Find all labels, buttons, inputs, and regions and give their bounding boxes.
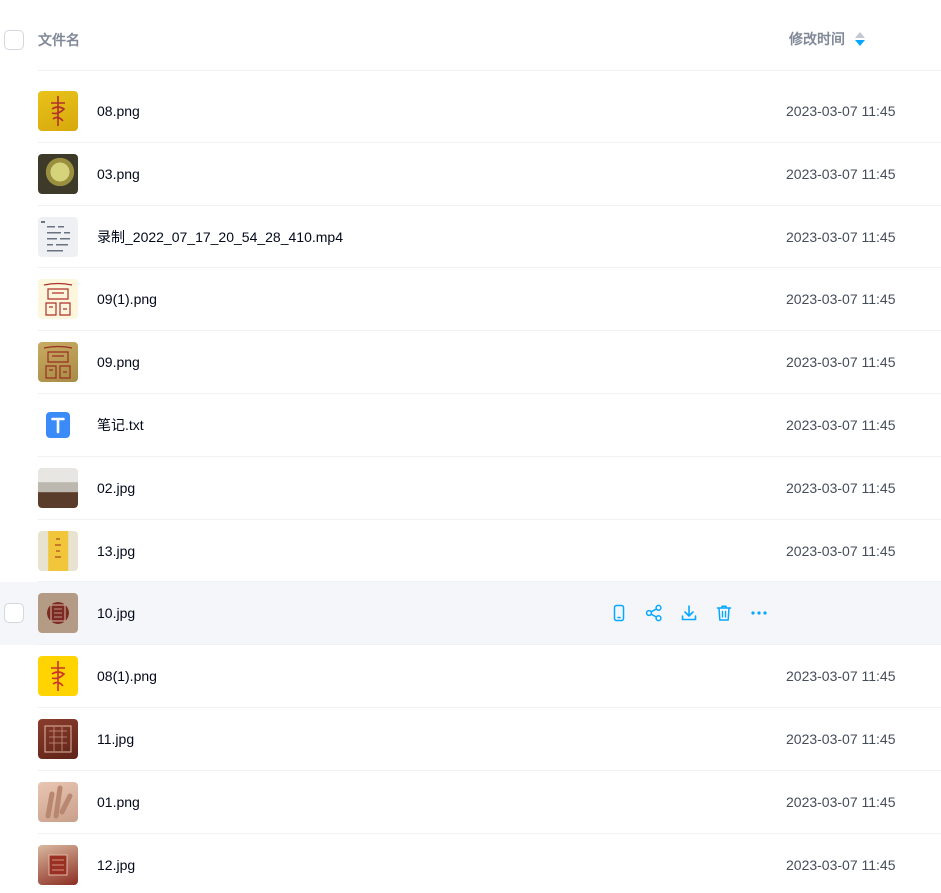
file-row[interactable]: 09(1).png 2023-03-07 11:45 (0, 268, 941, 331)
file-row[interactable]: 09.png 2023-03-07 11:45 (0, 331, 941, 394)
image-thumbnail (38, 153, 78, 194)
row-actions (609, 602, 769, 624)
image-thumbnail (38, 781, 78, 822)
image-thumbnail (38, 593, 78, 634)
file-modified-time: 2023-03-07 11:45 (786, 479, 896, 496)
file-name[interactable]: 02.jpg (97, 478, 135, 498)
image-thumbnail (38, 467, 78, 508)
image-thumbnail (38, 656, 78, 697)
file-name[interactable]: 录制_2022_07_17_20_54_28_410.mp4 (97, 227, 343, 247)
file-row[interactable]: 12.jpg 2023-03-07 11:45 (0, 834, 941, 893)
file-modified-time: 2023-03-07 11:45 (786, 793, 896, 810)
file-name[interactable]: 11.jpg (97, 729, 134, 749)
sort-icon[interactable] (855, 31, 865, 47)
image-thumbnail (38, 718, 78, 759)
file-name[interactable]: 09(1).png (97, 289, 157, 309)
file-name[interactable]: 13.jpg (97, 541, 135, 561)
file-modified-time: 2023-03-07 11:45 (786, 730, 896, 747)
image-thumbnail (38, 844, 78, 885)
column-header-modified-time[interactable]: 修改时间 (789, 29, 865, 49)
file-modified-time: 2023-03-07 11:45 (786, 416, 896, 433)
file-row[interactable]: 13.jpg 2023-03-07 11:45 (0, 520, 941, 583)
more-icon[interactable] (749, 602, 769, 624)
file-modified-time: 2023-03-07 11:45 (786, 291, 896, 308)
file-modified-time: 2023-03-07 11:45 (786, 542, 896, 559)
file-modified-time: 2023-03-07 11:45 (786, 856, 896, 873)
row-checkbox[interactable] (4, 603, 24, 624)
file-row[interactable]: 03.png 2023-03-07 11:45 (0, 143, 941, 206)
file-name[interactable]: 01.png (97, 792, 140, 812)
video-thumbnail (38, 216, 78, 257)
file-modified-time: 2023-03-07 11:45 (786, 103, 896, 119)
select-all-checkbox[interactable] (4, 30, 24, 50)
file-name[interactable]: 03.png (97, 164, 140, 184)
file-modified-time: 2023-03-07 11:45 (786, 165, 896, 182)
download-icon[interactable] (679, 602, 699, 624)
file-list-header: 文件名 修改时间 (0, 0, 941, 80)
phone-icon[interactable] (609, 602, 629, 624)
file-name[interactable]: 10.jpg (97, 603, 135, 623)
file-row[interactable]: 08.png 2023-03-07 11:45 (0, 80, 941, 143)
file-list: 08.png 2023-03-07 11:45 03.png 2023-03-0… (0, 80, 941, 893)
file-name[interactable]: 08.png (97, 101, 140, 121)
column-header-modified-time-label: 修改时间 (789, 31, 845, 47)
txt-file-icon (38, 405, 78, 445)
image-thumbnail (38, 342, 78, 383)
file-name[interactable]: 09.png (97, 352, 140, 372)
file-modified-time: 2023-03-07 11:45 (786, 354, 896, 371)
file-row[interactable]: 02.jpg 2023-03-07 11:45 (0, 457, 941, 520)
image-thumbnail (38, 279, 78, 320)
share-icon[interactable] (644, 602, 664, 624)
file-row[interactable]: 笔记.txt 2023-03-07 11:45 (0, 394, 941, 457)
header-divider (38, 70, 941, 71)
file-row[interactable]: 08(1).png 2023-03-07 11:45 (0, 645, 941, 708)
file-name[interactable]: 08(1).png (97, 666, 157, 686)
delete-icon[interactable] (714, 602, 734, 624)
image-thumbnail (38, 91, 78, 131)
file-modified-time: 2023-03-07 11:45 (786, 228, 896, 245)
file-name[interactable]: 笔记.txt (97, 415, 144, 435)
file-row[interactable]: 01.png 2023-03-07 11:45 (0, 771, 941, 834)
column-header-filename[interactable]: 文件名 (38, 30, 80, 50)
file-name[interactable]: 12.jpg (97, 855, 135, 875)
file-row[interactable]: 录制_2022_07_17_20_54_28_410.mp4 2023-03-0… (0, 206, 941, 269)
image-thumbnail (38, 530, 78, 571)
file-row-hovered[interactable]: 10.jpg (0, 582, 941, 646)
file-row[interactable]: 11.jpg 2023-03-07 11:45 (0, 708, 941, 771)
file-modified-time: 2023-03-07 11:45 (786, 668, 896, 685)
